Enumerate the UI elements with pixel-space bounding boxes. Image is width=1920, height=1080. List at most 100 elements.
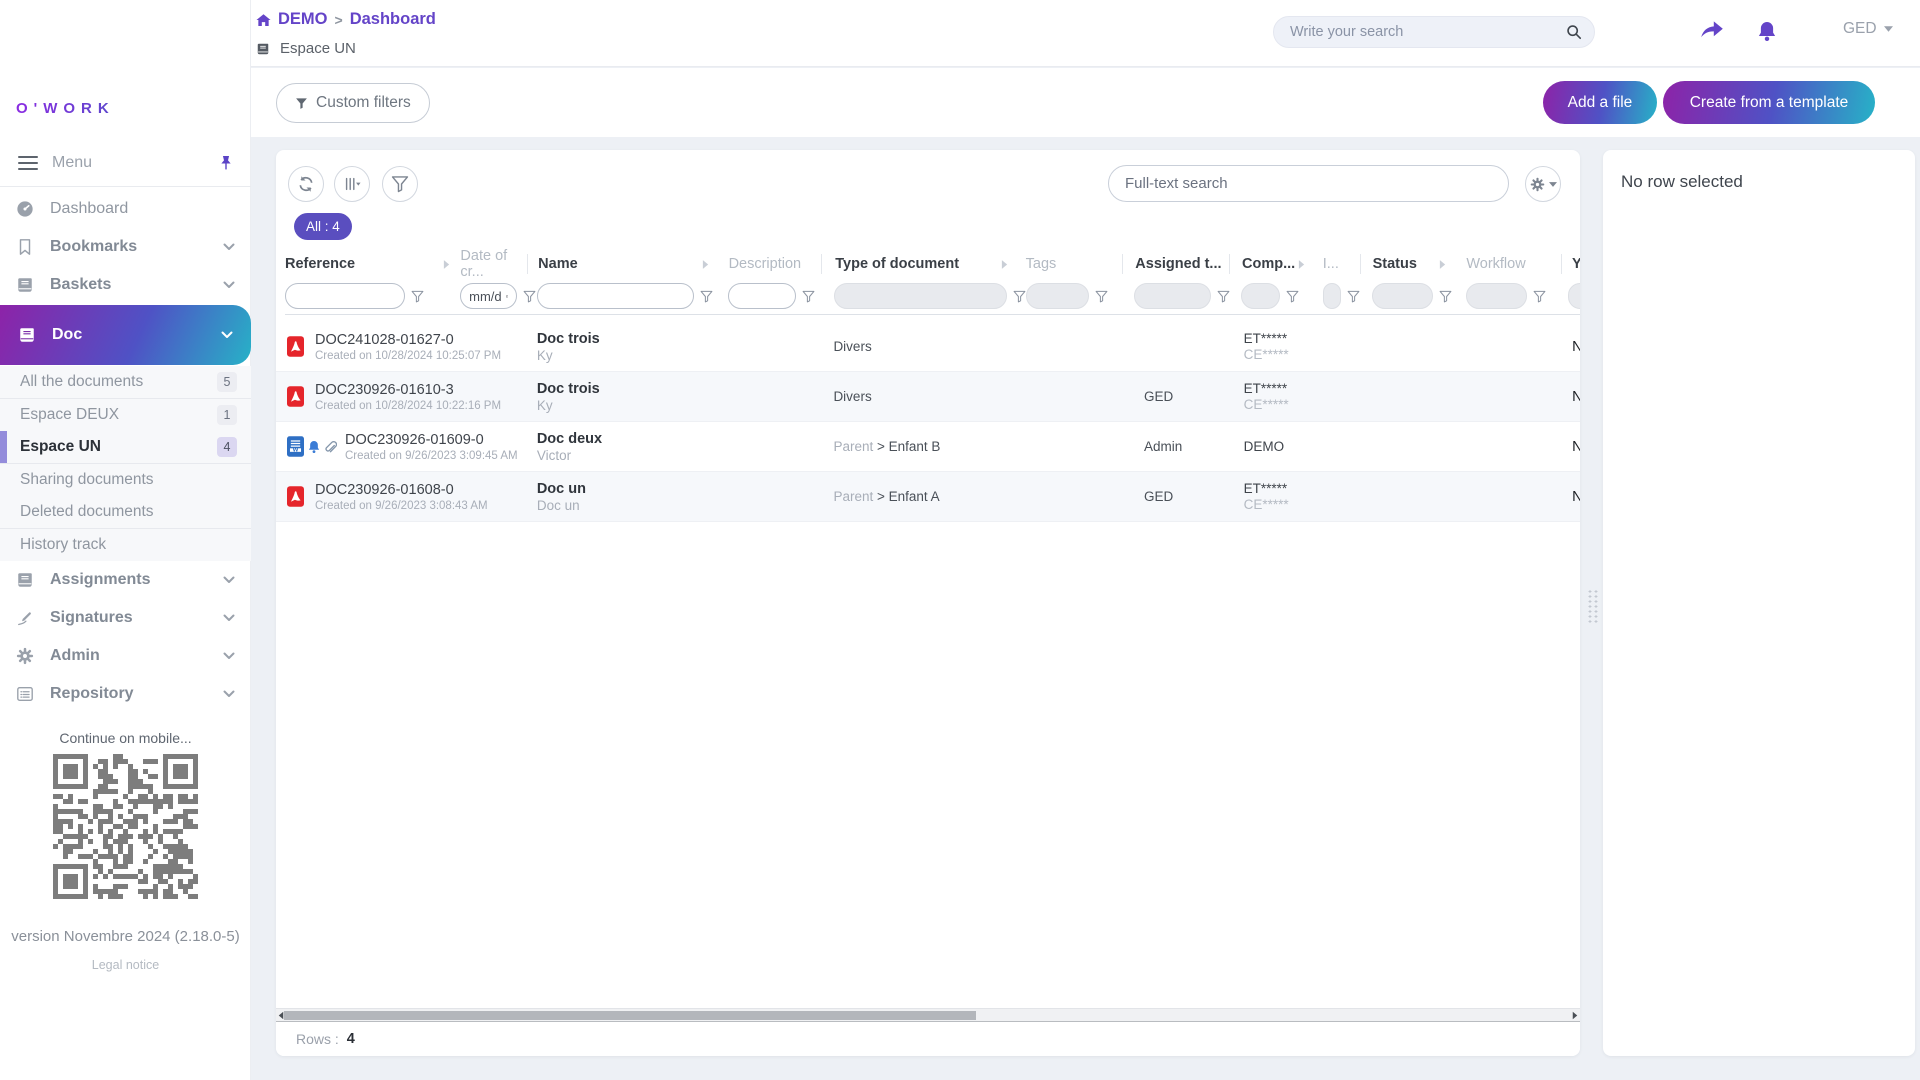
filter-funnel-icon[interactable] — [1533, 290, 1546, 303]
column-header-tags[interactable]: Tags — [1018, 254, 1123, 274]
column-header-i[interactable]: I... — [1315, 254, 1360, 274]
sidebar-item-baskets[interactable]: Baskets — [0, 266, 251, 304]
table-row[interactable]: DOC241028-01627-0 Created on 10/28/2024 … — [276, 322, 1580, 372]
filter-funnel-icon[interactable] — [411, 290, 424, 303]
add-file-button[interactable]: Add a file — [1543, 81, 1657, 124]
filter-assigned-input[interactable] — [1134, 283, 1212, 309]
table-row[interactable]: DOC230926-01609-0 Created on 9/26/2023 3… — [276, 422, 1580, 472]
table-row[interactable]: DOC230926-01608-0 Created on 9/26/2023 3… — [276, 472, 1580, 522]
filter-funnel-icon[interactable] — [1286, 290, 1299, 303]
filter-company-input[interactable] — [1241, 283, 1281, 309]
gear-icon — [16, 647, 34, 665]
sidebar-item-admin[interactable]: Admin — [0, 637, 251, 675]
fulltext-search — [1108, 165, 1509, 202]
sidebar-item-history-track[interactable]: History track — [0, 529, 251, 561]
chevron-down-icon — [223, 690, 235, 698]
filter-workflow-input[interactable] — [1466, 283, 1528, 309]
version-label: version Novembre 2024 (2.18.0-5) — [11, 928, 240, 945]
legal-notice-link[interactable]: Legal notice — [0, 958, 251, 972]
filter-status-input[interactable] — [1371, 283, 1433, 309]
filter-funnel-icon[interactable] — [1347, 290, 1360, 303]
sidebar-item-doc[interactable]: Doc — [0, 305, 251, 365]
sidebar-item-signatures[interactable]: Signatures — [0, 599, 251, 637]
sort-arrow-icon — [1298, 259, 1305, 270]
document-reference: DOC230926-01609-0 — [345, 431, 484, 448]
column-header-y[interactable]: Y... — [1561, 254, 1580, 274]
submenu-label: Espace DEUX — [20, 406, 120, 423]
breadcrumb-current[interactable]: Dashboard — [350, 10, 436, 29]
sidebar-item-label: Dashboard — [50, 200, 129, 217]
hamburger-icon[interactable] — [18, 155, 38, 171]
filter-funnel-icon[interactable] — [1439, 290, 1452, 303]
filter-funnel-icon[interactable] — [700, 290, 713, 303]
grid-filter-button[interactable] — [382, 166, 418, 202]
submenu-label: Espace UN — [20, 438, 101, 455]
custom-filters-button[interactable]: Custom filters — [276, 83, 430, 123]
global-search-input[interactable] — [1290, 24, 1566, 40]
filter-type-input[interactable] — [833, 283, 1007, 309]
sort-arrow-icon — [443, 259, 450, 270]
sidebar-item-bookmarks[interactable]: Bookmarks — [0, 228, 251, 266]
column-header-workflow[interactable]: Workflow — [1456, 254, 1561, 274]
filter-funnel-icon[interactable] — [1095, 290, 1108, 303]
sidebar-item-label: Baskets — [50, 276, 112, 293]
column-header-assigned[interactable]: Assigned t... — [1122, 254, 1229, 274]
scroll-right-icon[interactable] — [1571, 1011, 1579, 1020]
sidebar-item-espace-deux[interactable]: Espace DEUX 1 — [0, 399, 251, 431]
sidebar-item-assignments[interactable]: Assignments — [0, 561, 251, 599]
column-header-status[interactable]: Status — [1359, 254, 1457, 274]
document-reference: DOC230926-01610-3 — [315, 381, 454, 398]
funnel-icon — [391, 175, 409, 193]
app-logo[interactable]: O'WORK — [0, 12, 251, 117]
filter-funnel-icon[interactable] — [802, 290, 815, 303]
sidebar-item-deleted-documents[interactable]: Deleted documents — [0, 496, 251, 528]
breadcrumb-root[interactable]: DEMO — [278, 10, 328, 29]
columns-button[interactable] — [334, 166, 370, 202]
create-from-template-button[interactable]: Create from a template — [1663, 81, 1875, 124]
funnel-icon — [295, 97, 308, 110]
column-header-date[interactable]: Date of cr... — [460, 248, 527, 280]
document-created: Created on 9/26/2023 3:09:45 AM — [345, 449, 518, 462]
column-header-reference[interactable]: Reference — [285, 254, 460, 274]
fulltext-search-input[interactable] — [1125, 175, 1492, 192]
panel-resize-handle[interactable] — [1587, 589, 1599, 625]
horizontal-scrollbar[interactable] — [276, 1008, 1580, 1021]
filter-i-input[interactable] — [1322, 283, 1341, 309]
scrollbar-thumb[interactable] — [284, 1011, 976, 1020]
signature-pen-icon — [16, 609, 34, 627]
share-icon[interactable] — [1700, 20, 1724, 40]
column-header-description[interactable]: Description — [719, 254, 822, 274]
document-assigned: Admin — [1144, 439, 1183, 454]
documents-grid-card: All : 4 Reference Date of cr... Name Des… — [276, 150, 1580, 1056]
grid-settings-button[interactable] — [1525, 166, 1561, 202]
column-header-name[interactable]: Name — [527, 254, 718, 274]
column-header-type[interactable]: Type of document — [821, 254, 1017, 274]
filter-y-input[interactable] — [1568, 283, 1580, 309]
filter-description-input[interactable] — [728, 283, 797, 309]
sidebar-item-label: Repository — [50, 685, 134, 702]
pin-icon[interactable] — [219, 155, 233, 171]
sort-arrow-icon — [1439, 259, 1446, 270]
notifications-bell-icon[interactable] — [1757, 20, 1777, 43]
filter-name-input[interactable] — [537, 283, 695, 309]
doc-submenu: All the documents 5 Espace DEUX 1 Espace… — [0, 366, 251, 561]
search-icon[interactable] — [1566, 24, 1582, 40]
document-created: Created on 10/28/2024 10:25:07 PM — [315, 349, 502, 362]
mobile-hint: Continue on mobile... — [59, 730, 192, 746]
document-type: > Enfant A — [876, 489, 940, 504]
sidebar-item-espace-un[interactable]: Espace UN 4 — [0, 431, 251, 463]
sidebar-item-all-documents[interactable]: All the documents 5 — [0, 366, 251, 398]
column-header-company[interactable]: Comp... — [1228, 254, 1315, 274]
filter-date-input[interactable]: mm/d — [460, 283, 518, 309]
sidebar-item-sharing-documents[interactable]: Sharing documents — [0, 464, 251, 496]
all-count-badge[interactable]: All : 4 — [294, 213, 352, 240]
filter-reference-input[interactable] — [285, 283, 405, 309]
chevron-down-icon — [223, 576, 235, 584]
account-menu[interactable]: GED — [1843, 20, 1893, 38]
sidebar-item-repository[interactable]: Repository — [0, 675, 251, 713]
sidebar-item-dashboard[interactable]: Dashboard — [0, 190, 251, 228]
home-icon[interactable] — [256, 13, 271, 27]
table-row[interactable]: DOC230926-01610-3 Created on 10/28/2024 … — [276, 372, 1580, 422]
refresh-button[interactable] — [288, 166, 324, 202]
filter-tags-input[interactable] — [1025, 283, 1089, 309]
